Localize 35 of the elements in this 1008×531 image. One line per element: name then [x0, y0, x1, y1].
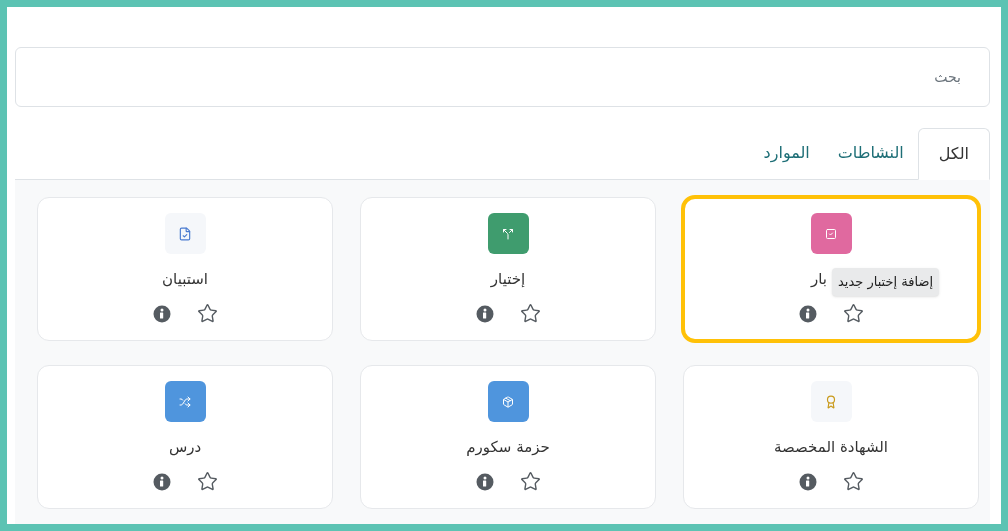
activity-title: استبيان [162, 269, 208, 290]
star-icon[interactable] [196, 471, 218, 492]
activity-title: بار [811, 269, 827, 290]
activity-title: درس [168, 437, 202, 458]
star-icon[interactable] [519, 303, 541, 324]
activity-card[interactable]: استبيان [37, 197, 333, 341]
info-icon[interactable] [475, 304, 494, 323]
box-icon [502, 395, 514, 408]
activity-title: حزمة سكورم [466, 437, 550, 458]
activity-title: الشهادة المخصصة [773, 437, 889, 458]
activity-card[interactable]: بار إضافة إختبار جديد [683, 197, 979, 341]
tab[interactable]: الموارد [749, 127, 824, 179]
star-icon[interactable] [842, 303, 864, 324]
star-icon[interactable] [842, 471, 864, 492]
activity-card[interactable]: الشهادة المخصصة [683, 365, 979, 509]
document-icon [178, 226, 192, 241]
arrows-icon [179, 395, 191, 408]
certificate-icon [824, 394, 838, 409]
search-field[interactable]: بحث [15, 47, 990, 107]
tab[interactable]: الكل [917, 128, 990, 180]
fork-icon [502, 227, 514, 240]
tooltip: إضافة إختبار جديد [832, 268, 940, 296]
info-icon[interactable] [798, 472, 817, 491]
info-icon[interactable] [152, 304, 171, 323]
tab[interactable]: النشاطات [823, 127, 918, 179]
activity-title: إختيار [490, 269, 526, 290]
activity-card[interactable]: إختيار [360, 197, 656, 341]
checkbox-icon [825, 227, 837, 240]
star-icon[interactable] [519, 471, 541, 492]
info-icon[interactable] [475, 472, 494, 491]
star-icon[interactable] [196, 303, 218, 324]
activity-card[interactable]: حزمة سكورم [360, 365, 656, 509]
info-icon[interactable] [152, 472, 171, 491]
activity-card[interactable]: درس [37, 365, 333, 509]
info-icon[interactable] [798, 304, 817, 323]
